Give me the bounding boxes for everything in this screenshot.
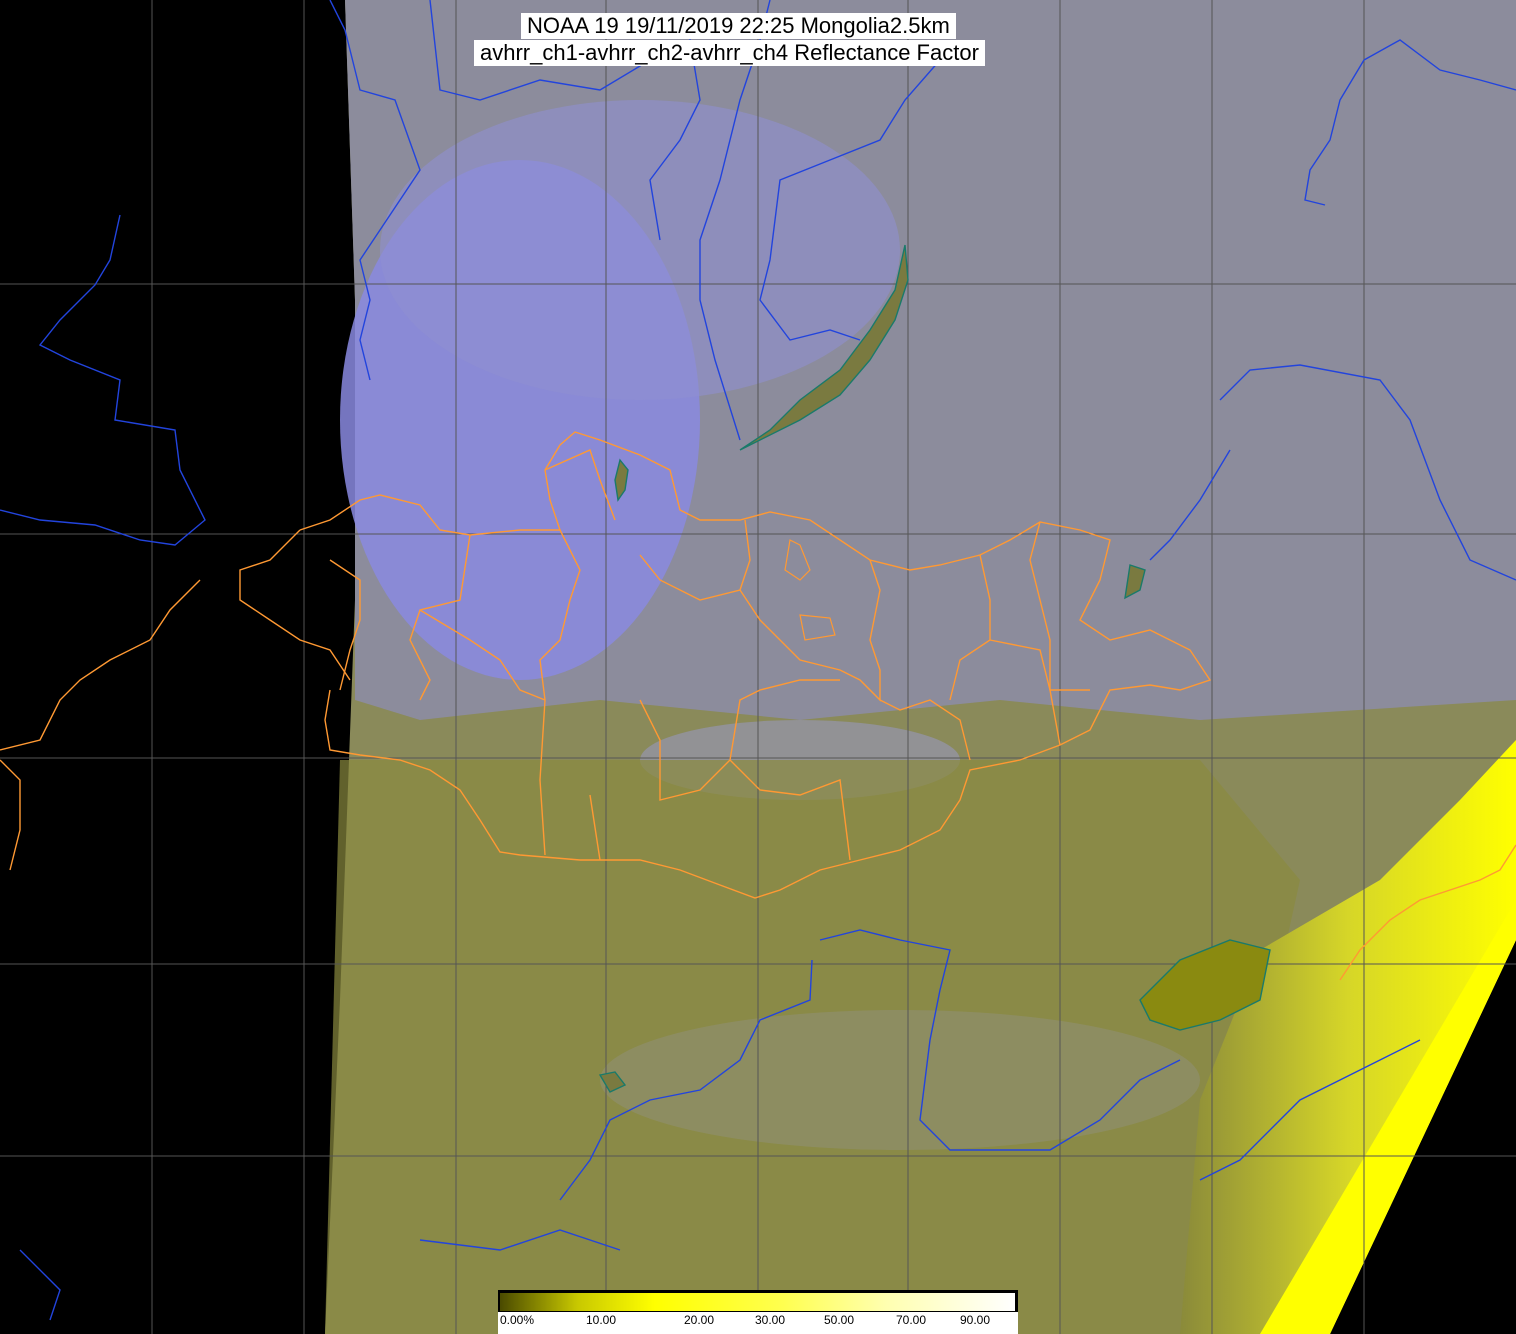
title-line-1: NOAA 19 19/11/2019 22:25 Mongolia2.5km xyxy=(521,13,956,39)
cloud-mass-central xyxy=(380,100,900,400)
colorbar-label-5: 70.00 xyxy=(896,1313,927,1327)
land-south xyxy=(325,760,1300,1334)
colorbar-labels: 0.00% 10.00 20.00 30.00 50.00 70.00 90.0… xyxy=(498,1312,1018,1334)
colorbar-label-2: 20.00 xyxy=(684,1313,715,1327)
colorbar: 0.00% 10.00 20.00 30.00 50.00 70.00 90.0… xyxy=(498,1290,1018,1334)
colorbar-label-4: 50.00 xyxy=(824,1313,855,1327)
colorbar-label-6: 90.00 xyxy=(960,1313,991,1327)
satellite-map xyxy=(0,0,1516,1334)
title-line-2: avhrr_ch1-avhrr_ch2-avhrr_ch4 Reflectanc… xyxy=(474,40,985,66)
colorbar-label-0: 0.00% xyxy=(500,1313,535,1327)
colorbar-gradient xyxy=(500,1293,1015,1311)
colorbar-label-3: 30.00 xyxy=(755,1313,786,1327)
colorbar-label-1: 10.00 xyxy=(586,1313,617,1327)
